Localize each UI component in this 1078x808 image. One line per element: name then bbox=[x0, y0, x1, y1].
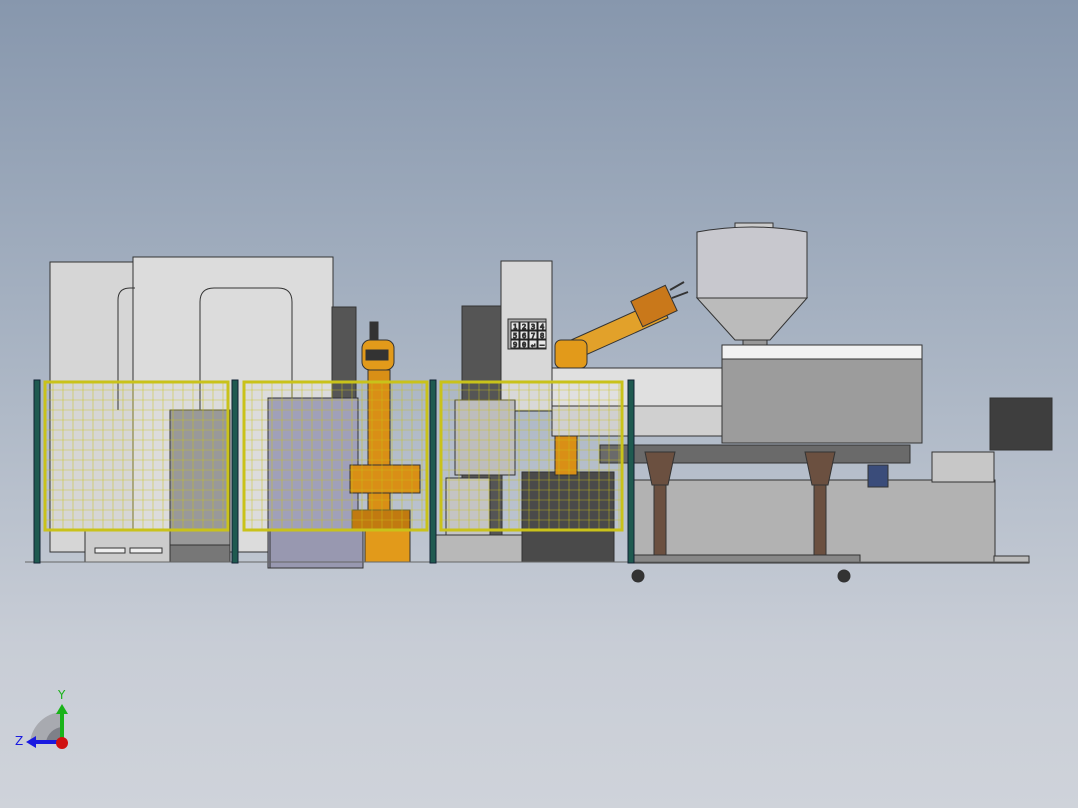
orientation-triad[interactable]: Y Z bbox=[15, 688, 68, 749]
keypad-key-label: 6 bbox=[522, 332, 526, 340]
keypad-key-label: ↵ bbox=[531, 341, 535, 349]
keypad-key-label: 3 bbox=[531, 323, 535, 331]
cad-viewport[interactable]: 1 2 3 45 6 7 89 0 ↵ – Y Z bbox=[0, 0, 1078, 808]
fence-post bbox=[231, 379, 239, 564]
injection-molding-machine bbox=[551, 222, 1053, 583]
keypad: 1 2 3 45 6 7 89 0 ↵ – bbox=[510, 321, 547, 350]
z-axis-label: Z bbox=[15, 734, 23, 748]
keypad-key-label: 1 bbox=[513, 323, 517, 331]
fence-post bbox=[33, 379, 41, 564]
x-axis-point bbox=[56, 737, 68, 749]
keypad-key-label: 2 bbox=[522, 323, 526, 331]
keypad-key-label: 7 bbox=[531, 332, 535, 340]
y-axis-label: Y bbox=[57, 688, 66, 702]
fence-post bbox=[429, 379, 437, 564]
keypad-key-label: 9 bbox=[513, 341, 517, 349]
fence-post bbox=[627, 379, 635, 564]
keypad-key-label: 8 bbox=[540, 332, 544, 340]
keypad-key-label: 4 bbox=[540, 323, 544, 331]
keypad-key-label: 0 bbox=[522, 341, 526, 349]
robot-arm-left bbox=[349, 321, 421, 563]
keypad-key-label: 5 bbox=[513, 332, 517, 340]
